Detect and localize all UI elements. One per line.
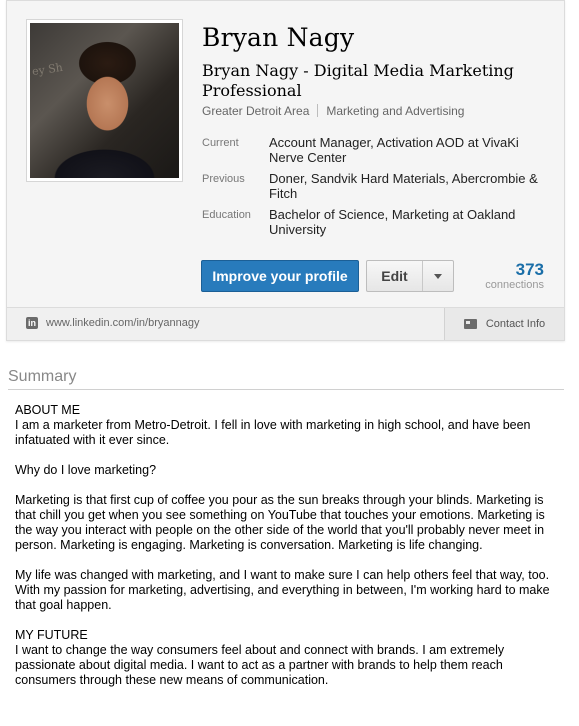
fact-previous: Previous Doner, Sandvik Hard Materials, … (202, 171, 552, 201)
improve-profile-button[interactable]: Improve your profile (201, 260, 359, 292)
contact-info-button[interactable]: Contact Info (444, 308, 564, 340)
industry-link[interactable]: Marketing and Advertising (326, 104, 464, 118)
profile-card: ey Sh Bryan Nagy Bryan Nagy - Digital Me… (6, 0, 565, 341)
fact-label: Previous (202, 173, 245, 185)
linkedin-icon: in (26, 317, 38, 329)
profile-headline: Bryan Nagy - Digital Media Marketing Pro… (202, 61, 514, 100)
contact-card-icon (463, 319, 477, 329)
fact-value[interactable]: Doner, Sandvik Hard Materials, Abercromb… (269, 171, 549, 201)
meta-divider (317, 104, 319, 117)
fact-current: Current Account Manager, Activation AOD … (202, 135, 552, 165)
fact-value[interactable]: Bachelor of Science, Marketing at Oaklan… (269, 207, 549, 237)
summary-paragraph: MY FUTURE I want to change the way consu… (15, 628, 505, 687)
connections-number: 373 (515, 260, 544, 279)
profile-photo[interactable]: ey Sh (26, 19, 183, 182)
profile-facts: Current Account Manager, Activation AOD … (202, 135, 552, 243)
profile-footer: in www.linkedin.com/in/bryannagy Contact… (7, 307, 564, 340)
fact-value[interactable]: Account Manager, Activation AOD at VivaK… (269, 135, 549, 165)
summary-paragraph: ABOUT ME I am a marketer from Metro-Detr… (15, 403, 531, 447)
public-profile-url-text: www.linkedin.com/in/bryannagy (46, 317, 200, 329)
fact-education: Education Bachelor of Science, Marketing… (202, 207, 552, 237)
edit-button[interactable]: Edit (367, 261, 423, 291)
summary-body: ABOUT ME I am a marketer from Metro-Detr… (15, 403, 565, 703)
contact-info-label: Contact Info (485, 318, 546, 330)
profile-meta: Greater Detroit Area Marketing and Advert… (202, 104, 464, 118)
location-link[interactable]: Greater Detroit Area (202, 104, 309, 118)
profile-name: Bryan Nagy (202, 23, 355, 52)
fact-label: Education (202, 209, 251, 221)
public-profile-url[interactable]: in www.linkedin.com/in/bryannagy (26, 317, 199, 329)
summary-paragraph: Why do I love marketing? (15, 463, 157, 477)
summary-heading: Summary (8, 368, 564, 390)
edit-button-group: Edit (366, 260, 454, 292)
chevron-down-icon (434, 273, 442, 279)
fact-label: Current (202, 137, 239, 149)
photo-background-sign: ey Sh (31, 60, 64, 79)
profile-photo-image: ey Sh (30, 23, 179, 178)
connections-label: connections (485, 279, 544, 291)
summary-paragraph: Marketing is that first cup of coffee yo… (15, 493, 545, 552)
edit-dropdown-button[interactable] (423, 261, 453, 291)
connections-count[interactable]: 373 connections (485, 260, 544, 292)
summary-paragraph: My life was changed with marketing, and … (15, 568, 550, 612)
